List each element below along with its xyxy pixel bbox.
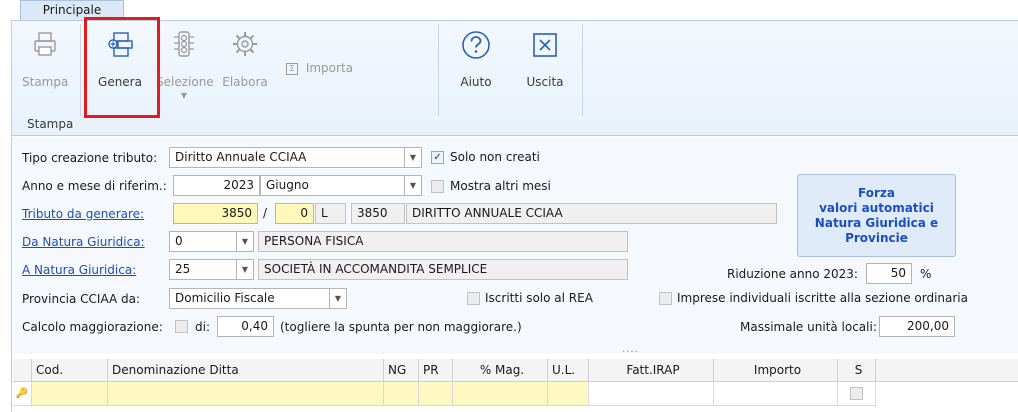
tributo-link[interactable]: Tributo da generare:: [22, 207, 144, 221]
anno-mese-label: Anno e mese di riferim.:: [22, 179, 167, 193]
grid-header-ul[interactable]: U.L.: [548, 359, 589, 382]
tributo-separator: /: [263, 206, 268, 220]
massimale-field[interactable]: 200,00: [879, 316, 955, 337]
new-row-mag[interactable]: [453, 382, 548, 406]
dropdown-arrow-icon: ▼: [180, 91, 188, 100]
grid-header-cod[interactable]: Cod.: [32, 359, 108, 382]
new-row-denominazione[interactable]: [108, 382, 384, 406]
imprese-individuali-label: Imprese individuali iscritte alla sezion…: [677, 291, 968, 305]
forza-line-2: valori automatici: [819, 200, 934, 215]
tipo-creazione-select[interactable]: Diritto Annuale CCIAA: [169, 147, 405, 168]
group-label-stampa: Stampa: [27, 117, 74, 131]
mostra-altri-mesi-checkbox[interactable]: [431, 180, 444, 193]
forza-valori-button[interactable]: Forza valori automatici Natura Giuridica…: [797, 174, 956, 257]
new-row-ul[interactable]: [548, 382, 589, 406]
grid-header-s[interactable]: S: [838, 359, 876, 382]
ribbon-separator-3: [80, 24, 81, 116]
maggiorazione-field[interactable]: 0,40: [217, 316, 274, 337]
grid-header-importo[interactable]: Importo: [714, 359, 838, 382]
grid-header-mag[interactable]: % Mag.: [453, 359, 548, 382]
maggiorazione-label: Calcolo maggiorazione:: [22, 320, 163, 334]
chevron-down-icon[interactable]: ▼: [237, 259, 254, 280]
tributo-code2: 3850: [351, 203, 405, 224]
ribbon-separator-2: [582, 24, 583, 116]
aiuto-label: Aiuto: [460, 75, 492, 89]
new-row-indicator-icon: 🔑: [13, 382, 32, 406]
tributo-letter: L: [315, 203, 346, 224]
splitter-grip[interactable]: ....: [622, 344, 639, 355]
new-row-fatt-irap[interactable]: [589, 382, 714, 406]
import-icon: Σ: [286, 62, 298, 75]
selezione-label: Selezione: [156, 75, 214, 89]
grid-header-denominazione[interactable]: Denominazione Ditta: [108, 359, 384, 382]
forza-line-1: Forza: [858, 185, 895, 200]
grid-header-ng[interactable]: NG: [384, 359, 419, 382]
mostra-altri-mesi-label: Mostra altri mesi: [450, 179, 551, 193]
tributo-sub-field[interactable]: 0: [275, 203, 314, 224]
grid-header-pr[interactable]: PR: [419, 359, 453, 382]
da-natura-select[interactable]: 0: [169, 231, 237, 252]
massimale-label: Massimale unità locali:: [740, 320, 877, 334]
uscita-button[interactable]: Uscita: [520, 32, 570, 89]
close-icon: [533, 33, 557, 57]
chevron-down-icon[interactable]: ▼: [330, 288, 347, 309]
riduzione-field[interactable]: 50: [866, 263, 912, 284]
importa-button[interactable]: Σ Importa: [286, 61, 358, 75]
uscita-label: Uscita: [526, 75, 564, 89]
iscritti-rea-checkbox[interactable]: [467, 292, 480, 305]
gear-icon: [233, 32, 257, 56]
solo-non-creati-label: Solo non creati: [450, 150, 540, 164]
imprese-individuali-checkbox[interactable]: [659, 292, 672, 305]
new-row-importo[interactable]: [714, 382, 838, 406]
aiuto-button[interactable]: Aiuto: [454, 29, 498, 89]
riduzione-label: Riduzione anno 2023:: [727, 267, 858, 281]
elabora-label: Elabora: [222, 75, 268, 89]
mese-select[interactable]: Giugno: [260, 175, 405, 196]
help-icon: [462, 31, 490, 59]
new-row-ng[interactable]: [384, 382, 419, 406]
tributo-description: DIRITTO ANNUALE CCIAA: [406, 203, 777, 224]
riduzione-unit: %: [920, 267, 932, 281]
maggiorazione-checkbox[interactable]: [175, 320, 188, 333]
elabora-button[interactable]: Elabora: [219, 30, 271, 89]
tributo-code-field[interactable]: 3850: [173, 203, 258, 224]
selezione-button[interactable]: Selezione ▼: [156, 30, 214, 100]
new-row-s-checkbox[interactable]: [850, 387, 863, 400]
da-natura-link[interactable]: Da Natura Giuridica:: [22, 235, 145, 249]
iscritti-rea-label: Iscritti solo al REA: [485, 291, 593, 305]
maggiorazione-di-label: di:: [195, 320, 210, 334]
grid-header-filler: [876, 359, 1018, 382]
chevron-down-icon[interactable]: ▼: [405, 175, 422, 196]
grid-header-fatt-irap[interactable]: Fatt.IRAP: [589, 359, 714, 382]
grid-header-indicator: [13, 359, 32, 382]
anno-field[interactable]: 2023: [173, 175, 260, 196]
a-natura-description: SOCIETÀ IN ACCOMANDITA SEMPLICE: [258, 259, 628, 280]
forza-line-4: Provincie: [845, 230, 908, 245]
provincia-label: Provincia CCIAA da:: [22, 292, 141, 306]
importa-label: Importa: [305, 61, 354, 75]
tipo-creazione-label: Tipo creazione tributo:: [22, 151, 158, 165]
forza-line-3: Natura Giuridica e: [814, 215, 939, 230]
provincia-select[interactable]: Domicilio Fiscale: [169, 288, 330, 309]
new-row-cod[interactable]: [32, 382, 108, 406]
a-natura-link[interactable]: A Natura Giuridica:: [22, 263, 136, 277]
genera-highlight: [84, 17, 160, 118]
stampa-label: Stampa: [22, 75, 69, 89]
solo-non-creati-checkbox[interactable]: ✓: [431, 151, 444, 164]
chevron-down-icon[interactable]: ▼: [405, 147, 422, 168]
new-row-pr[interactable]: [419, 382, 453, 406]
stampa-button[interactable]: Stampa: [22, 30, 68, 89]
da-natura-description: PERSONA FISICA: [258, 231, 628, 252]
maggiorazione-hint: (togliere la spunta per non maggiorare.): [280, 320, 522, 334]
traffic-light-icon: [174, 31, 194, 57]
a-natura-select[interactable]: 25: [169, 259, 237, 280]
ribbon-separator: [438, 24, 439, 116]
chevron-down-icon[interactable]: ▼: [237, 231, 254, 252]
printer-icon: [34, 32, 56, 56]
